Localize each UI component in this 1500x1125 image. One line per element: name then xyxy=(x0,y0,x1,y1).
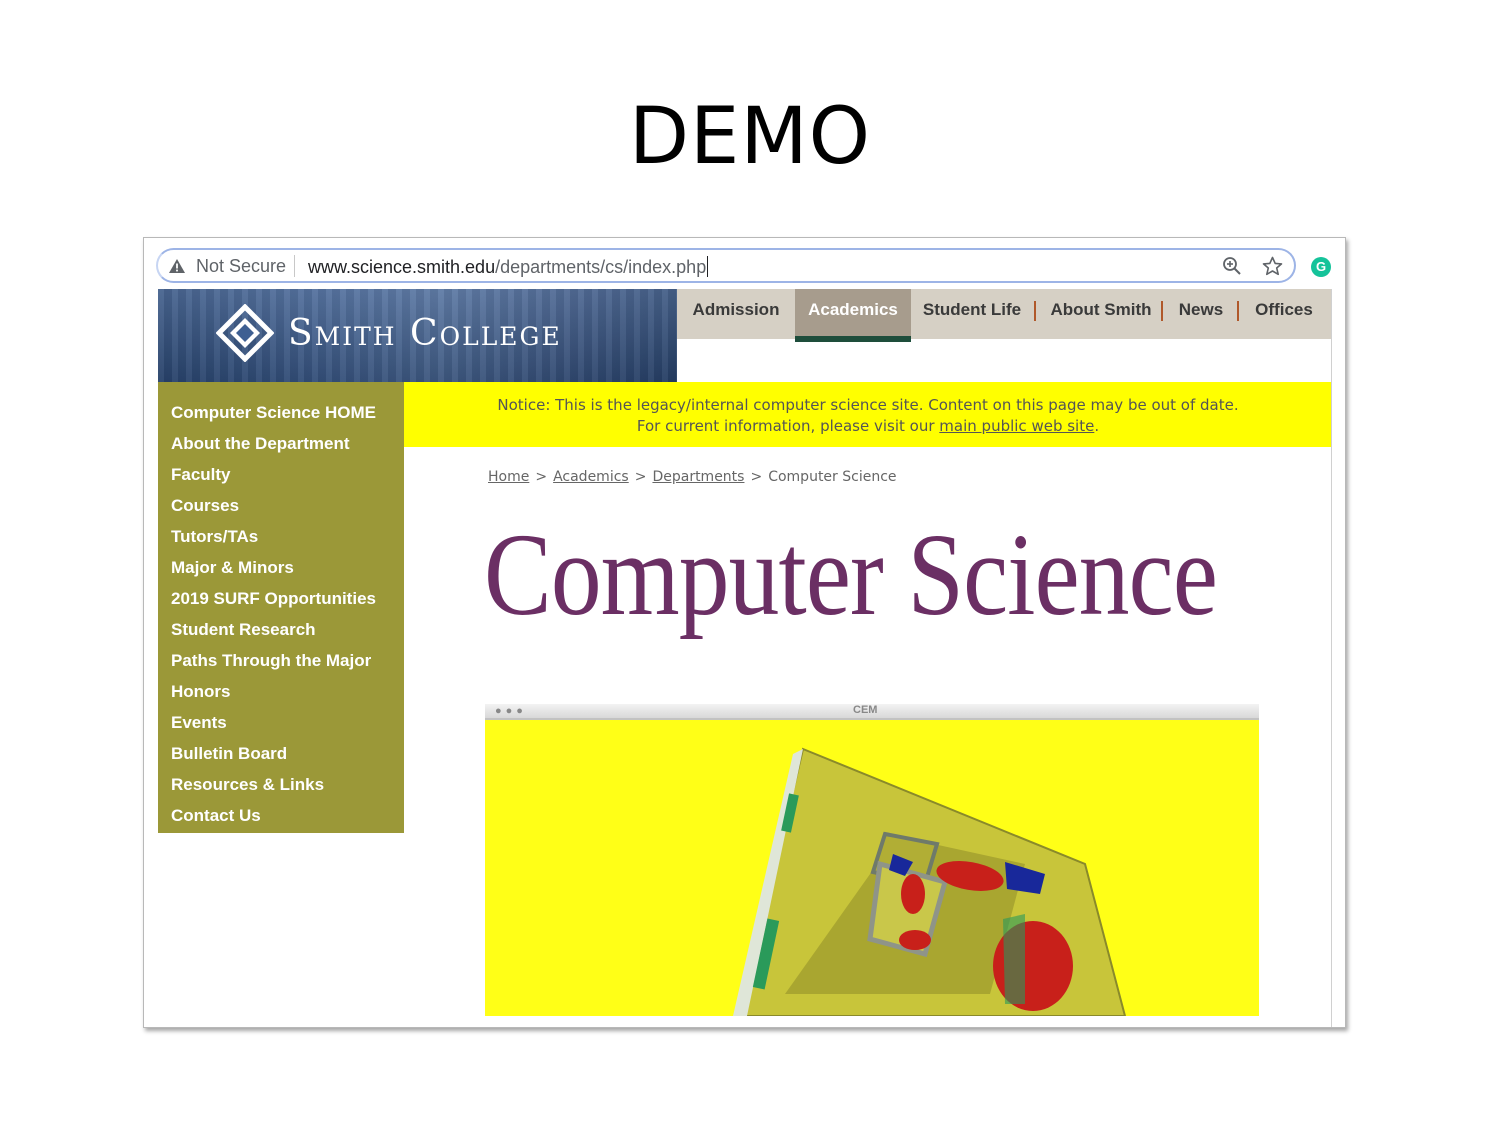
feature-image: ●●● CEM xyxy=(485,704,1259,1016)
nav-about-smith[interactable]: About Smith xyxy=(1043,289,1159,339)
nav-divider xyxy=(1034,301,1036,321)
sidebar-item-contact[interactable]: Contact Us xyxy=(171,804,404,835)
department-sidebar: Computer Science HOME About the Departme… xyxy=(158,382,404,833)
top-navigation: Admission Academics Student Life About S… xyxy=(677,289,1331,342)
notice-line-1: Notice: This is the legacy/internal comp… xyxy=(497,396,1239,414)
nav-divider xyxy=(1237,301,1239,321)
notice-line-2-prefix: For current information, please visit ou… xyxy=(636,417,940,435)
nav-academics[interactable]: Academics xyxy=(795,289,911,342)
nav-admission[interactable]: Admission xyxy=(677,289,795,339)
sidebar-item-surf[interactable]: 2019 SURF Opportunities xyxy=(171,587,404,618)
browser-window: Not Secure www.science.smith.edu/departm… xyxy=(143,237,1346,1028)
sidebar-item-courses[interactable]: Courses xyxy=(171,494,404,525)
sidebar-item-honors[interactable]: Honors xyxy=(171,680,404,711)
notice-line-2-suffix: . xyxy=(1094,417,1100,435)
url-host: www.science.smith.edu xyxy=(308,257,496,277)
sidebar-item-resources[interactable]: Resources & Links xyxy=(171,773,404,804)
sidebar-item-about[interactable]: About the Department xyxy=(171,432,404,463)
grammarly-extension-icon[interactable]: G xyxy=(1311,257,1331,277)
sidebar-item-student-research[interactable]: Student Research xyxy=(171,618,404,649)
address-divider xyxy=(294,255,295,277)
nav-offices[interactable]: Offices xyxy=(1247,289,1321,339)
nav-news[interactable]: News xyxy=(1171,289,1231,339)
sidebar-item-tutors[interactable]: Tutors/TAs xyxy=(171,525,404,556)
slide-title: DEMO xyxy=(628,92,872,182)
breadcrumb-separator: > xyxy=(535,469,548,485)
breadcrumb-academics[interactable]: Academics xyxy=(553,469,629,485)
breadcrumb-separator: > xyxy=(634,469,647,485)
nav-divider xyxy=(1161,301,1163,321)
warning-icon[interactable] xyxy=(168,258,186,274)
text-caret xyxy=(707,256,709,277)
zoom-icon[interactable] xyxy=(1222,256,1242,276)
sidebar-item-cs-home[interactable]: Computer Science HOME xyxy=(171,401,404,432)
notice-line-2: For current information, please visit ou… xyxy=(404,416,1331,437)
page-title: Computer Science xyxy=(484,509,1218,640)
site-logo-text: Smith College xyxy=(288,313,562,354)
sidebar-item-faculty[interactable]: Faculty xyxy=(171,463,404,494)
main-site-link[interactable]: main public web site xyxy=(939,417,1094,435)
site-header-banner[interactable]: Smith College xyxy=(158,289,677,382)
sidebar-item-bulletin-board[interactable]: Bulletin Board xyxy=(171,742,404,773)
legacy-notice-banner: Notice: This is the legacy/internal comp… xyxy=(404,382,1331,447)
web-page: Smith College Admission Academics Studen… xyxy=(158,289,1332,1027)
security-label[interactable]: Not Secure xyxy=(196,256,286,277)
breadcrumb-departments[interactable]: Departments xyxy=(652,469,744,485)
url-text[interactable]: www.science.smith.edu/departments/cs/ind… xyxy=(308,256,709,278)
sidebar-item-major-minors[interactable]: Major & Minors xyxy=(171,556,404,587)
sidebar-item-events[interactable]: Events xyxy=(171,711,404,742)
bookmark-star-icon[interactable] xyxy=(1262,256,1283,276)
3d-model-render xyxy=(733,747,1127,1016)
breadcrumb-home[interactable]: Home xyxy=(488,469,529,485)
smith-college-logo-icon xyxy=(216,304,274,362)
address-bar[interactable]: Not Secure www.science.smith.edu/departm… xyxy=(156,248,1296,283)
breadcrumb: Home > Academics > Departments > Computer Scie… xyxy=(488,469,897,485)
url-path: /departments/cs/index.php xyxy=(495,257,707,277)
breadcrumb-separator: > xyxy=(750,469,763,485)
breadcrumb-current: Computer Science xyxy=(768,469,897,485)
sidebar-item-paths[interactable]: Paths Through the Major xyxy=(171,649,404,680)
nav-student-life[interactable]: Student Life xyxy=(915,289,1029,339)
